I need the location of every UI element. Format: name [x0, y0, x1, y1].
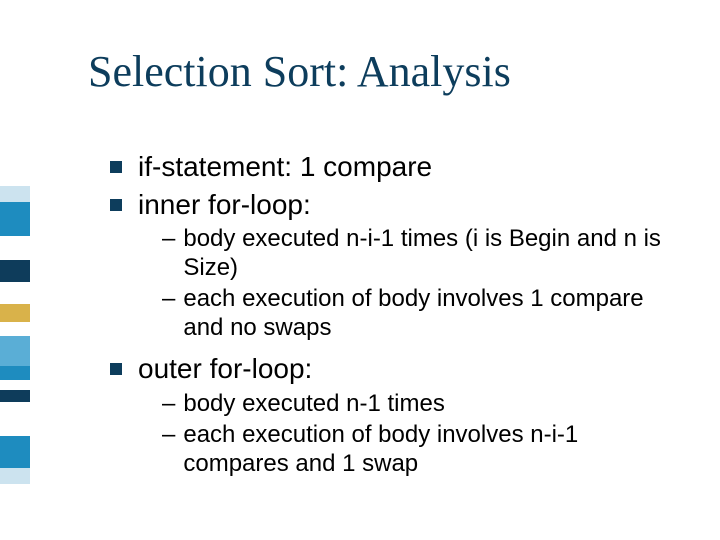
dash-bullet-icon: –	[162, 390, 175, 419]
sidebar-band	[0, 436, 30, 468]
dash-bullet-icon: –	[162, 421, 175, 450]
slide-body: if-statement: 1 compare inner for-loop: …	[110, 150, 680, 488]
sub-bullet-group: – body executed n-1 times – each executi…	[162, 390, 680, 478]
decorative-sidebar	[0, 186, 30, 484]
bullet-item: if-statement: 1 compare	[110, 150, 680, 184]
bullet-item: inner for-loop:	[110, 188, 680, 222]
bullet-item: outer for-loop:	[110, 352, 680, 386]
dash-bullet-icon: –	[162, 285, 175, 314]
sidebar-band	[0, 236, 30, 260]
square-bullet-icon	[110, 161, 122, 173]
sidebar-band	[0, 468, 30, 484]
square-bullet-icon	[110, 363, 122, 375]
sidebar-band	[0, 336, 30, 366]
sidebar-band	[0, 402, 30, 436]
sidebar-band	[0, 260, 30, 282]
sidebar-band	[0, 304, 30, 322]
sub-bullet-text: body executed n-1 times	[183, 390, 444, 419]
slide: Selection Sort: Analysis if-statement: 1…	[0, 0, 720, 540]
sidebar-band	[0, 282, 30, 304]
sub-bullet-text: each execution of body involves n-i-1 co…	[183, 421, 680, 479]
sub-bullet-item: – each execution of body involves 1 comp…	[162, 285, 680, 343]
bullet-text: inner for-loop:	[138, 188, 311, 222]
sidebar-band	[0, 390, 30, 402]
sidebar-band	[0, 366, 30, 380]
sidebar-band	[0, 186, 30, 202]
sub-bullet-item: – body executed n-i-1 times (i is Begin …	[162, 225, 680, 283]
sidebar-band	[0, 322, 30, 336]
sidebar-band	[0, 202, 30, 236]
bullet-text: if-statement: 1 compare	[138, 150, 432, 184]
square-bullet-icon	[110, 199, 122, 211]
sidebar-band	[0, 380, 30, 390]
dash-bullet-icon: –	[162, 225, 175, 254]
sub-bullet-item: – body executed n-1 times	[162, 390, 680, 419]
sub-bullet-group: – body executed n-i-1 times (i is Begin …	[162, 225, 680, 342]
sub-bullet-text: each execution of body involves 1 compar…	[183, 285, 680, 343]
sub-bullet-item: – each execution of body involves n-i-1 …	[162, 421, 680, 479]
sub-bullet-text: body executed n-i-1 times (i is Begin an…	[183, 225, 680, 283]
bullet-text: outer for-loop:	[138, 352, 312, 386]
slide-title: Selection Sort: Analysis	[88, 46, 511, 97]
